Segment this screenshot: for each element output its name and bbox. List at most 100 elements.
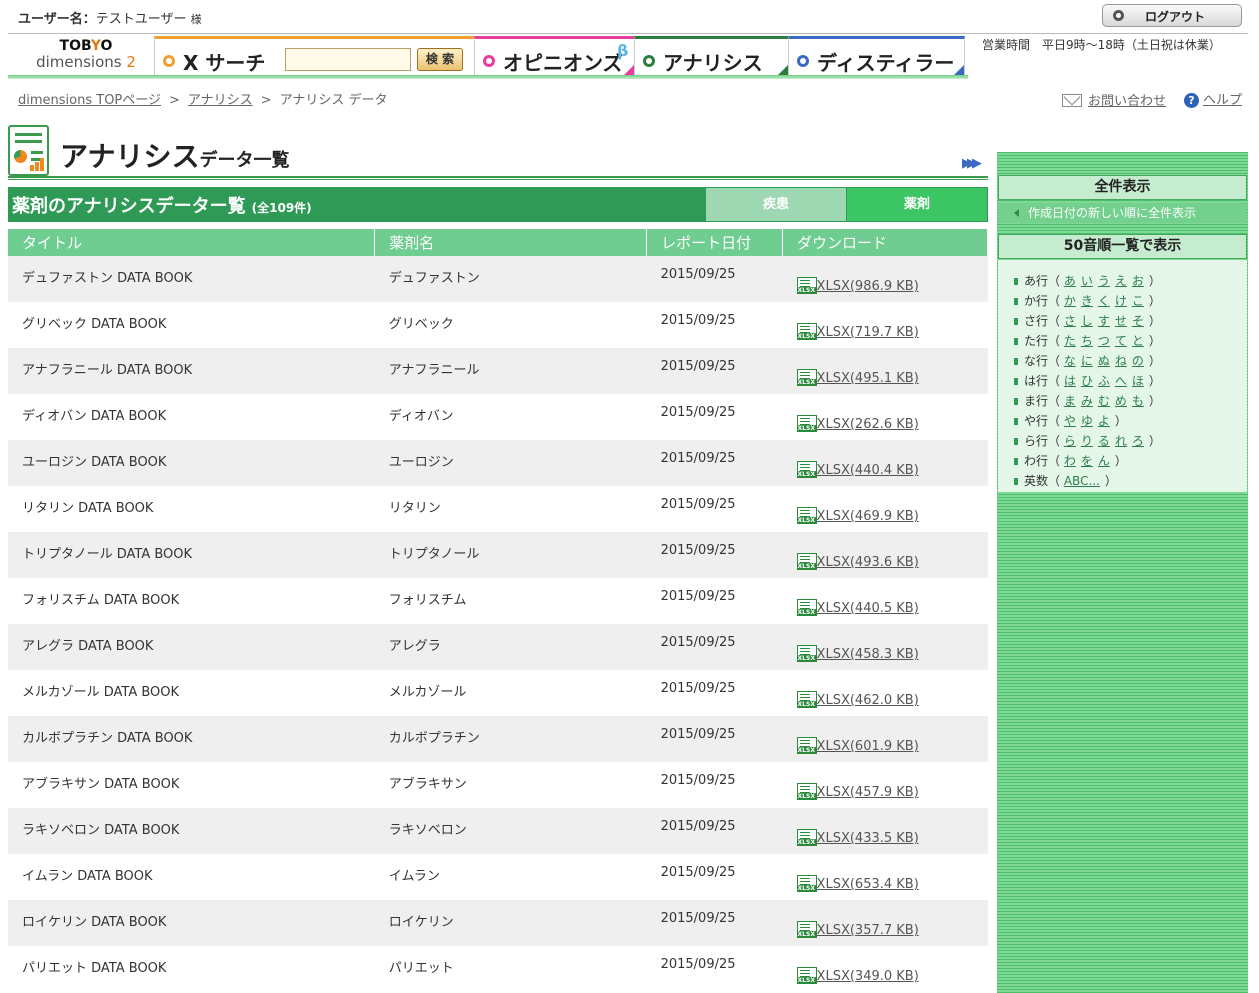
column-header[interactable]: レポート日付: [646, 229, 784, 256]
excel-file-icon[interactable]: [796, 369, 817, 386]
kana-link[interactable]: ふ: [1098, 374, 1110, 388]
kana-link[interactable]: あ: [1064, 274, 1076, 288]
search-input[interactable]: [285, 48, 411, 71]
download-link[interactable]: XLSX(601.9 KB): [817, 739, 919, 754]
logout-button[interactable]: ログアウト: [1102, 4, 1242, 27]
download-link[interactable]: XLSX(433.5 KB): [817, 831, 919, 846]
kana-link[interactable]: ほ: [1132, 374, 1144, 388]
excel-file-icon[interactable]: [796, 507, 817, 524]
download-link[interactable]: XLSX(653.4 KB): [817, 877, 919, 892]
download-link[interactable]: XLSX(495.1 KB): [817, 371, 919, 386]
kana-link[interactable]: き: [1081, 294, 1093, 308]
tab-distiller[interactable]: ディスティラー: [788, 36, 965, 77]
tab-opinions[interactable]: オピニオンズ β: [474, 36, 634, 77]
kana-link[interactable]: や: [1064, 414, 1076, 428]
excel-file-icon[interactable]: [796, 645, 817, 662]
kana-link[interactable]: た: [1064, 334, 1076, 348]
kana-link[interactable]: は: [1064, 374, 1076, 388]
kana-link[interactable]: な: [1064, 354, 1076, 368]
more-arrows-icon[interactable]: ▶▶▶: [962, 156, 982, 171]
kana-link[interactable]: め: [1115, 394, 1127, 408]
sidebar-all-link[interactable]: 作成日付の新しい順に全件表示: [998, 203, 1247, 223]
breadcrumb-home-link[interactable]: dimensions TOPページ: [18, 93, 161, 108]
tobyo-logo[interactable]: TOBYO dimensions 2: [16, 36, 156, 76]
download-link[interactable]: XLSX(986.9 KB): [817, 279, 919, 294]
contact-link[interactable]: お問い合わせ: [1062, 90, 1166, 109]
excel-file-icon[interactable]: [796, 277, 817, 294]
column-header[interactable]: タイトル: [8, 229, 376, 256]
tab-drug[interactable]: 薬剤: [847, 188, 987, 221]
kana-link[interactable]: そ: [1132, 314, 1144, 328]
kana-link[interactable]: へ: [1115, 374, 1127, 388]
kana-link[interactable]: と: [1132, 334, 1144, 348]
kana-link[interactable]: さ: [1064, 314, 1076, 328]
kana-link[interactable]: て: [1115, 334, 1127, 348]
download-link[interactable]: XLSX(349.0 KB): [817, 969, 919, 984]
excel-file-icon[interactable]: [796, 553, 817, 570]
excel-file-icon[interactable]: [796, 691, 817, 708]
search-button[interactable]: 検 索: [417, 48, 463, 71]
download-link[interactable]: XLSX(493.6 KB): [817, 555, 919, 570]
kana-link[interactable]: ね: [1115, 354, 1127, 368]
download-link[interactable]: XLSX(458.3 KB): [817, 647, 919, 662]
kana-link[interactable]: を: [1081, 454, 1093, 468]
kana-link[interactable]: ぬ: [1098, 354, 1110, 368]
excel-file-icon[interactable]: [796, 415, 817, 432]
kana-link[interactable]: い: [1081, 274, 1093, 288]
kana-link[interactable]: し: [1081, 314, 1093, 328]
download-link[interactable]: XLSX(440.5 KB): [817, 601, 919, 616]
excel-file-icon[interactable]: [796, 461, 817, 478]
kana-link[interactable]: え: [1115, 274, 1127, 288]
tab-disease[interactable]: 疾患: [706, 188, 846, 221]
kana-link[interactable]: ゆ: [1081, 414, 1093, 428]
kana-link[interactable]: ん: [1098, 454, 1110, 468]
tab-xsearch[interactable]: X サーチ 検 索: [154, 36, 474, 77]
kana-link[interactable]: れ: [1115, 434, 1127, 448]
kana-link[interactable]: ち: [1081, 334, 1093, 348]
download-link[interactable]: XLSX(719.7 KB): [817, 325, 919, 340]
breadcrumb-analysis-link[interactable]: アナリシス: [188, 93, 253, 108]
tab-analysis[interactable]: アナリシス: [634, 36, 788, 77]
kana-link[interactable]: お: [1132, 274, 1144, 288]
kana-link[interactable]: く: [1098, 294, 1110, 308]
kana-link[interactable]: つ: [1098, 334, 1110, 348]
download-link[interactable]: XLSX(262.6 KB): [817, 417, 919, 432]
download-link[interactable]: XLSX(462.0 KB): [817, 693, 919, 708]
kana-link[interactable]: こ: [1132, 294, 1144, 308]
kana-link[interactable]: ABC...: [1064, 474, 1100, 488]
download-link[interactable]: XLSX(469.9 KB): [817, 509, 919, 524]
kana-link[interactable]: む: [1098, 394, 1110, 408]
kana-link[interactable]: よ: [1098, 414, 1110, 428]
kana-link[interactable]: ひ: [1081, 374, 1093, 388]
excel-file-icon[interactable]: [796, 737, 817, 754]
kana-link[interactable]: り: [1081, 434, 1093, 448]
kana-link[interactable]: ろ: [1132, 434, 1144, 448]
kana-link[interactable]: ま: [1064, 394, 1076, 408]
kana-link[interactable]: に: [1081, 354, 1093, 368]
kana-link[interactable]: す: [1098, 314, 1110, 328]
excel-file-icon[interactable]: [796, 829, 817, 846]
column-header[interactable]: 薬剤名: [374, 229, 648, 256]
kana-link[interactable]: も: [1132, 394, 1144, 408]
excel-file-icon[interactable]: [796, 921, 817, 938]
download-link[interactable]: XLSX(440.4 KB): [817, 463, 919, 478]
excel-file-icon[interactable]: [796, 875, 817, 892]
row-date: 2015/09/25: [646, 532, 783, 578]
kana-link[interactable]: け: [1115, 294, 1127, 308]
kana-link[interactable]: の: [1132, 354, 1144, 368]
kana-link[interactable]: せ: [1115, 314, 1127, 328]
kana-link[interactable]: わ: [1064, 454, 1076, 468]
download-link[interactable]: XLSX(357.7 KB): [817, 923, 919, 938]
download-link[interactable]: XLSX(457.9 KB): [817, 785, 919, 800]
kana-link[interactable]: ら: [1064, 434, 1076, 448]
kana-link[interactable]: う: [1098, 274, 1110, 288]
kana-link[interactable]: る: [1098, 434, 1110, 448]
kana-link[interactable]: み: [1081, 394, 1093, 408]
excel-file-icon[interactable]: [796, 599, 817, 616]
help-link[interactable]: ? ヘルプ: [1184, 89, 1242, 108]
kana-link[interactable]: か: [1064, 294, 1076, 308]
column-header: ダウンロード: [782, 229, 988, 256]
excel-file-icon[interactable]: [796, 323, 817, 340]
excel-file-icon[interactable]: [796, 967, 817, 984]
excel-file-icon[interactable]: [796, 783, 817, 800]
